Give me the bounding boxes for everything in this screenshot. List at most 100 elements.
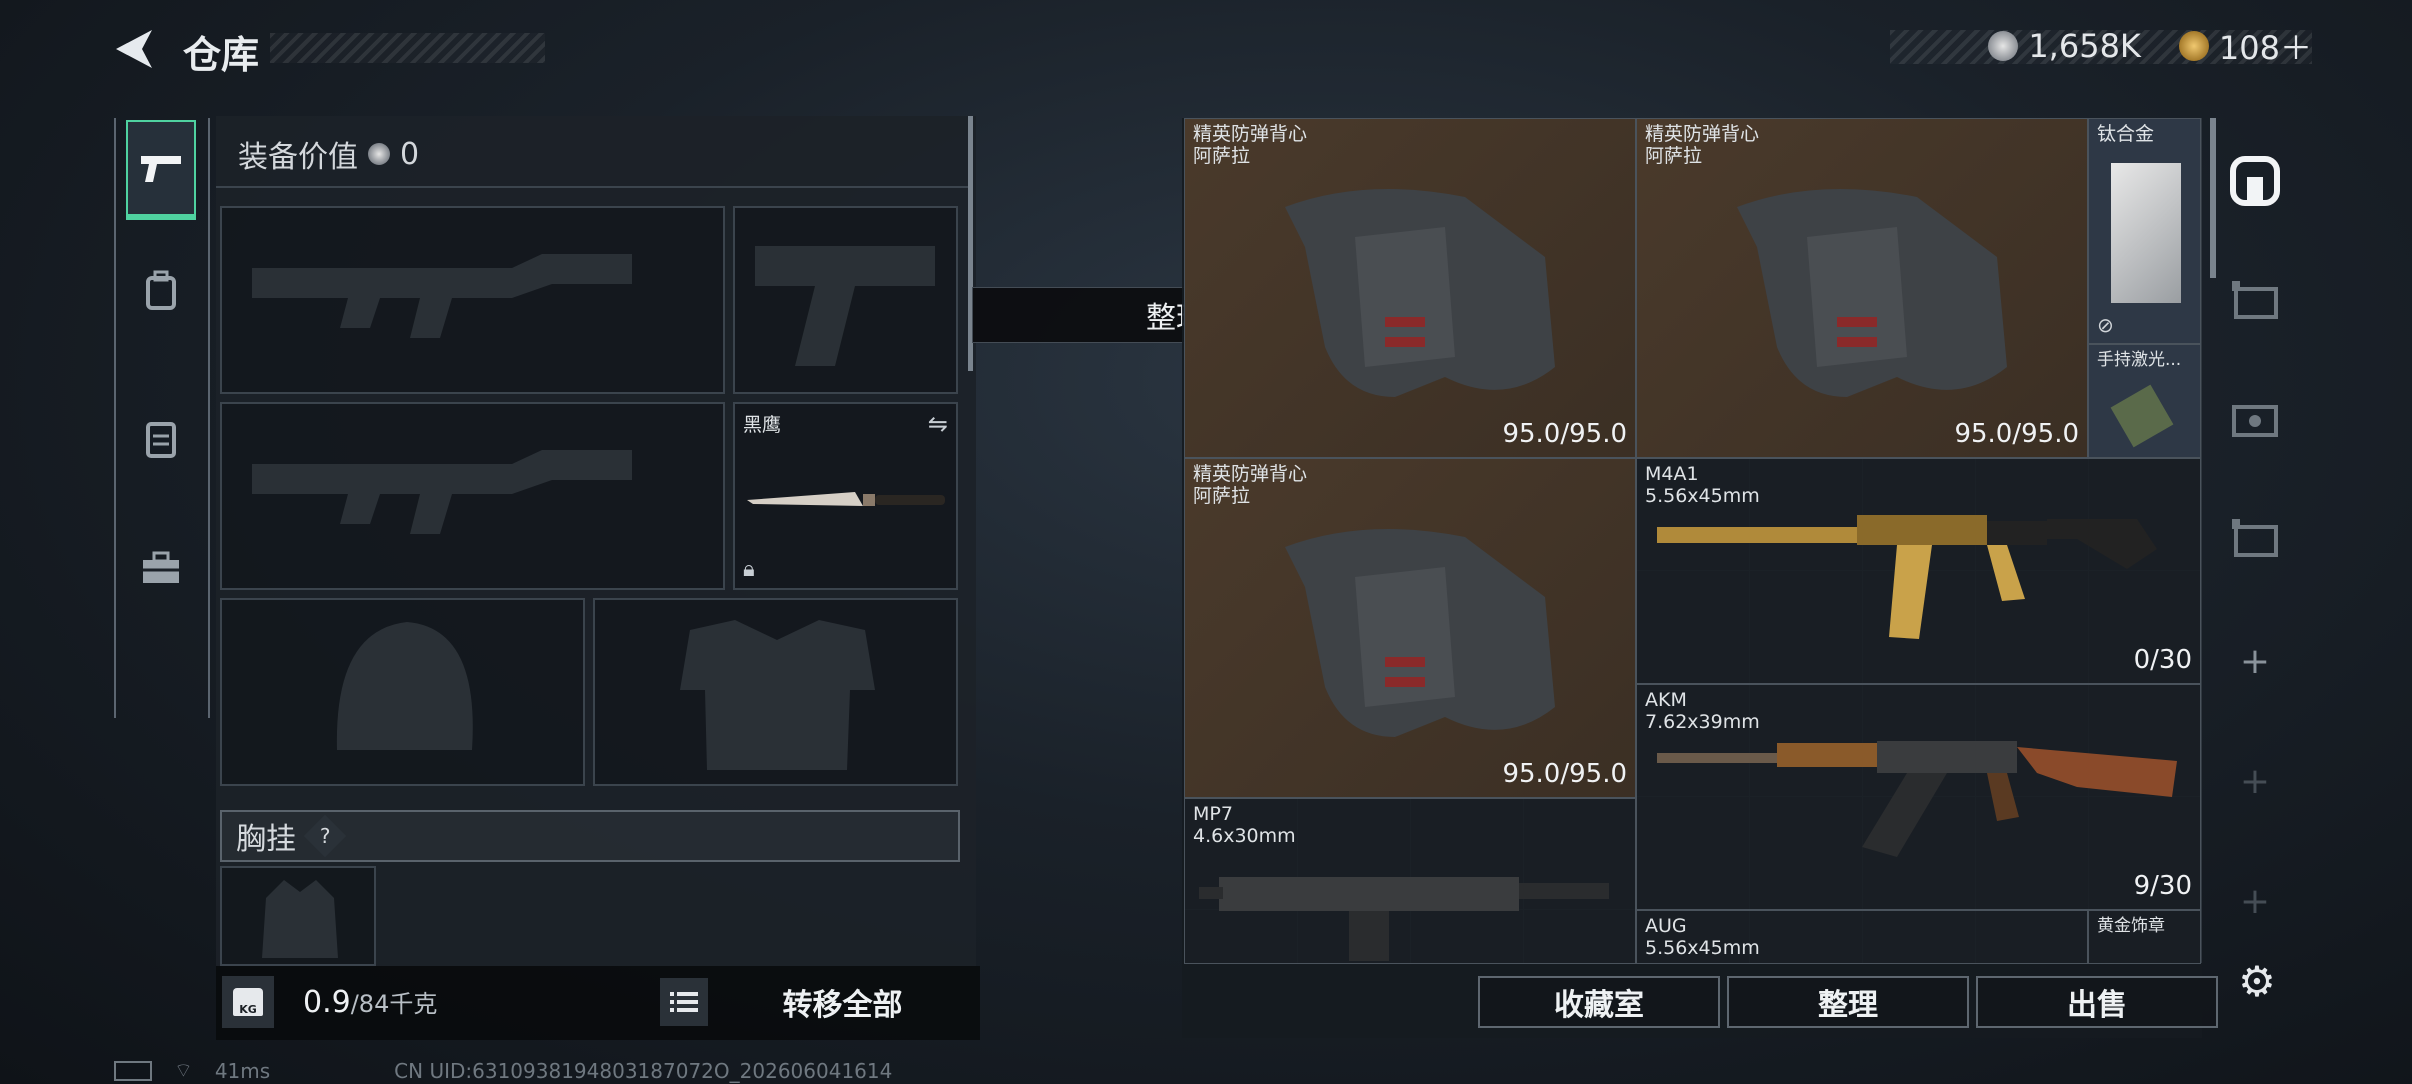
weight-readout: 0.9/84千克 <box>303 984 437 1020</box>
tab-vest[interactable] <box>126 388 196 488</box>
safe-box-icon <box>2230 156 2280 206</box>
akm-image <box>1657 741 2177 857</box>
knife-name: 黑鹰 <box>743 414 782 436</box>
gold-amount: 108＋ <box>2218 29 2312 67</box>
item-sub: 阿萨拉 <box>1645 145 1703 167</box>
inventory-item-aug[interactable]: AUG 5.56x45mm <box>1636 910 2088 964</box>
mp7-image <box>1199 877 1609 961</box>
inventory-item-vest-2[interactable]: 精英防弹背心 阿萨拉 95.0/95.0 <box>1636 118 2088 458</box>
safe-box-tab[interactable] <box>2226 152 2284 210</box>
inventory-item-mp7[interactable]: MP7 4.6x30mm <box>1184 798 1636 964</box>
vest-icon <box>146 422 176 458</box>
item-name: AKM <box>1645 689 1687 711</box>
transfer-all-button[interactable]: 转移全部 <box>720 976 965 1028</box>
add-storage-button-3[interactable]: + <box>2226 872 2284 930</box>
back-arrow-icon <box>116 30 152 68</box>
vest-image <box>1285 189 1555 397</box>
chest-rig-header: 胸挂 ? <box>220 810 960 862</box>
wifi-icon: ⌔ <box>174 1058 193 1082</box>
item-sub: 4.6x30mm <box>1193 825 1296 847</box>
tab-weapons[interactable] <box>126 120 196 220</box>
knife-image <box>747 492 945 506</box>
tab-backpack[interactable] <box>126 240 196 340</box>
primary-weapon-slot[interactable] <box>220 206 725 394</box>
uid-text: CN UID:6310938194803187072О_202606041614 <box>394 1058 893 1083</box>
container-tabs: + + + <box>2214 118 2296 978</box>
vest-image <box>1285 529 1555 737</box>
weight-current: 0.9 <box>303 985 351 1020</box>
armor-slot[interactable] <box>593 598 958 786</box>
laser-image <box>2110 384 2174 448</box>
lock-icon: 🔒︎ <box>743 557 755 582</box>
item-count: 95.0/95.0 <box>1502 419 1627 449</box>
inventory-item-gold-badge[interactable]: 黄金饰章 <box>2088 910 2201 964</box>
titanium-image <box>2111 163 2181 303</box>
secondary-weapon-slot[interactable] <box>220 402 725 590</box>
list-icon <box>670 992 698 1012</box>
title-decoration <box>270 33 545 63</box>
storage-tab-3[interactable] <box>2226 508 2284 566</box>
inventory-item-laser[interactable]: 手持激光... <box>2088 344 2201 458</box>
equipment-value: 装备价值 0 <box>238 132 419 176</box>
sell-button[interactable]: 出售 <box>1976 976 2218 1028</box>
help-icon[interactable]: ? <box>303 814 347 858</box>
item-count: 95.0/95.0 <box>1502 759 1627 789</box>
storage-tab-1[interactable] <box>2226 270 2284 328</box>
pistol-silhouette-icon <box>755 246 935 366</box>
storage-icon <box>2232 281 2278 319</box>
storage-tab-2[interactable] <box>2226 390 2284 448</box>
item-name: MP7 <box>1193 803 1233 825</box>
backpack-icon <box>146 270 176 310</box>
gold-coin-icon <box>2178 31 2209 61</box>
item-name: 精英防弹背心 <box>1645 123 1760 145</box>
divider <box>216 186 968 188</box>
currency-bar[interactable]: 1,658K 108＋ <box>1890 27 2312 67</box>
item-count: 9/30 <box>2133 871 2192 901</box>
equipment-case-icon <box>2232 405 2278 437</box>
inventory-item-m4a1[interactable]: M4A1 5.56x45mm 0/30 <box>1636 458 2201 684</box>
item-count: 0/30 <box>2133 645 2192 675</box>
toolbox-icon <box>143 551 179 583</box>
helmet-silhouette-icon <box>336 622 473 750</box>
m4a1-image <box>1657 515 2157 639</box>
collection-room-button[interactable]: 收藏室 <box>1478 976 1720 1028</box>
equipment-value-label: 装备价值 <box>238 140 358 175</box>
silver-amount: 1,658K <box>2028 27 2141 65</box>
tab-toolbox[interactable] <box>126 518 196 618</box>
equipment-value-amount: 0 <box>400 136 420 172</box>
add-storage-button-2[interactable]: + <box>2226 752 2284 810</box>
no-sell-icon: ⊘ <box>2097 313 2114 337</box>
inventory-item-vest-3[interactable]: 精英防弹背心 阿萨拉 95.0/95.0 <box>1184 458 1636 798</box>
rifle-silhouette-icon <box>252 450 632 534</box>
item-sub: 阿萨拉 <box>1193 485 1251 507</box>
silver-coin-icon <box>1988 31 2019 61</box>
category-tabs <box>114 118 210 718</box>
pistol-slot[interactable] <box>733 206 958 394</box>
list-view-button[interactable] <box>660 978 708 1026</box>
item-name: 精英防弹背心 <box>1193 123 1308 145</box>
silver-coin-icon <box>368 143 390 165</box>
battery-icon <box>114 1060 152 1081</box>
knife-slot[interactable]: 黑鹰 ⇋ 🔒︎ <box>733 402 958 590</box>
add-storage-button-1[interactable]: + <box>2226 632 2284 690</box>
item-name: 精英防弹背心 <box>1193 463 1308 485</box>
inventory-item-akm[interactable]: AKM 7.62x39mm 9/30 <box>1636 684 2201 910</box>
settings-gear-icon[interactable]: ⚙ <box>2232 956 2282 1006</box>
storage-icon <box>2232 519 2278 557</box>
inventory-item-titanium[interactable]: 钛合金 ⊘ <box>2088 118 2201 344</box>
chest-rig-silhouette-icon <box>262 880 338 958</box>
item-count: 95.0/95.0 <box>1954 419 2079 449</box>
chest-rig-slot[interactable] <box>220 866 376 966</box>
ping-text: 41ms <box>214 1058 271 1083</box>
sort-button[interactable]: 整理 <box>1727 976 1969 1028</box>
vest-image <box>1737 189 2007 397</box>
rifle-silhouette-icon <box>252 254 632 338</box>
chest-rig-label: 胸挂 <box>236 822 296 857</box>
swap-icon[interactable]: ⇋ <box>928 410 948 438</box>
item-name: 手持激光... <box>2097 350 2182 370</box>
inventory-item-vest-1[interactable]: 精英防弹背心 阿萨拉 95.0/95.0 <box>1184 118 1636 458</box>
helmet-slot[interactable] <box>220 598 585 786</box>
back-button[interactable] <box>112 26 158 72</box>
weight-max: /84千克 <box>350 990 438 1018</box>
item-name: AUG <box>1645 915 1687 937</box>
